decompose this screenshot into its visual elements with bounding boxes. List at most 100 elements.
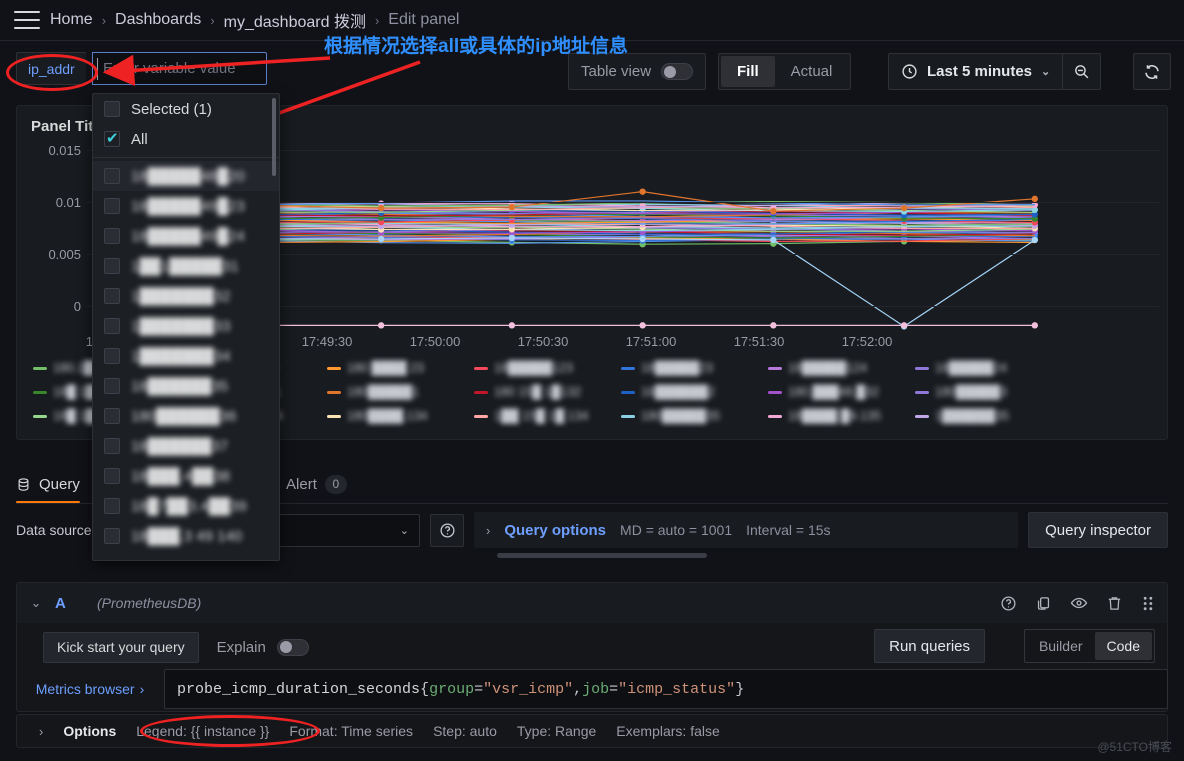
fill-actual-segmented-control[interactable]: Fill Actual [718,53,852,90]
chevron-right-icon[interactable]: › [39,724,43,739]
checkbox[interactable] [104,468,120,484]
dropdown-option[interactable]: 18█████49█24 [93,221,279,251]
copy-icon[interactable] [1035,595,1052,612]
drag-handle-icon[interactable] [1141,595,1155,612]
legend-color-swatch [33,366,47,370]
dropdown-option[interactable]: 18██████35 [93,371,279,401]
checkbox[interactable] [104,101,120,117]
legend-item-label: 180 15█ 1█132 [494,385,582,399]
query-options-bar[interactable]: › Query options MD = auto = 1001 Interva… [474,512,1019,548]
dropdown-option[interactable]: 1███████33 [93,311,279,341]
data-source-help-button[interactable] [430,513,464,547]
checkbox[interactable] [104,228,120,244]
checkbox[interactable] [104,438,120,454]
legend-item[interactable]: 180 15█ 1█132 [474,380,621,404]
checkbox[interactable] [104,288,120,304]
explain-switch[interactable] [276,638,309,656]
legend-item[interactable]: 180█████35 [621,404,768,428]
legend-item-label: 16██████2 [641,385,715,399]
eye-icon[interactable] [1070,594,1088,612]
legend-item[interactable]: 1██████35 [915,404,1062,428]
legend-item-label: 18█████24 [935,361,1008,375]
legend-item[interactable]: 18█████124 [768,356,915,380]
checkbox[interactable] [104,168,120,184]
dropdown-option[interactable]: 1███████32 [93,281,279,311]
explain-toggle-group[interactable]: Explain [217,638,309,656]
code-mode-button[interactable]: Code [1094,632,1152,660]
checkbox[interactable] [104,198,120,214]
checkbox[interactable] [104,498,120,514]
promql-code-editor[interactable]: probe_icmp_duration_seconds{group = "vsr_i… [164,669,1168,709]
builder-mode-button[interactable]: Builder [1027,632,1095,660]
run-queries-button[interactable]: Run queries [874,629,985,663]
metrics-browser-button[interactable]: Metrics browser › [16,669,164,709]
dropdown-option[interactable]: 18█7██3.4██39 [93,491,279,521]
variable-value-input[interactable]: Enter variable value [92,52,267,85]
menu-toggle-icon[interactable] [14,11,40,29]
table-view-toggle-group[interactable]: Table view [568,53,707,90]
legend-item[interactable]: 16██████2 [621,380,768,404]
legend-item-label: 18█████124 [788,361,868,375]
dropdown-option[interactable]: 18██████37 [93,431,279,461]
x-tick-label: 17:51:00 [625,334,677,349]
legend-color-swatch [474,414,488,418]
dropdown-option-label: 18███.3 49 140 [131,527,243,545]
refresh-dashboard-button[interactable] [1133,53,1171,90]
checkbox[interactable] [104,348,120,364]
legend-item[interactable]: 18█████24 [915,356,1062,380]
dropdown-option[interactable]: 1██1█████31 [93,251,279,281]
dropdown-option[interactable]: 18█████48█20 [93,161,279,191]
builder-code-segmented-control[interactable]: Builder Code [1023,629,1155,663]
tab-query[interactable]: Query [16,465,80,503]
checkbox[interactable] [104,528,120,544]
dropdown-option[interactable]: 180██████36 [93,401,279,431]
legend-color-swatch [621,390,635,394]
zoom-out-button[interactable] [1062,54,1100,89]
table-view-switch[interactable] [661,63,694,80]
legend-item[interactable]: 180████.134 [327,404,474,428]
series-point [508,203,516,211]
dropdown-option-selected[interactable]: Selected (1) [93,94,279,124]
dropdown-option-label: 18█████48█20 [131,167,245,185]
breadcrumb-item-home[interactable]: Home [50,11,93,29]
time-range-button[interactable]: Last 5 minutes ⌄ [889,54,1062,89]
legend-horizontal-scrollbar[interactable] [497,553,707,558]
checkbox[interactable] [104,318,120,334]
checkbox[interactable] [104,408,120,424]
breadcrumb-item-dashboards[interactable]: Dashboards [115,11,201,29]
dropdown-option[interactable]: 18███.4██38 [93,461,279,491]
breadcrumb-item-edit-panel: Edit panel [388,11,460,28]
dropdown-scrollbar[interactable] [272,98,276,176]
kick-start-query-button[interactable]: Kick start your query [43,631,199,663]
fill-button[interactable]: Fill [721,56,775,87]
checkbox[interactable] [104,258,120,274]
variable-options-dropdown[interactable]: Selected (1) All 18█████48█20 18█████49█2… [92,93,280,561]
trash-icon[interactable] [1106,595,1123,612]
dropdown-option-all[interactable]: All [93,124,279,154]
dropdown-option[interactable]: 18█████49█23 [93,191,279,221]
legend-item[interactable]: 180.███48.█32 [768,380,915,404]
legend-item[interactable]: 180█████3 [915,380,1062,404]
legend-color-swatch [915,414,929,418]
legend-item[interactable]: 18█████123 [474,356,621,380]
options-toggle[interactable]: Options [63,723,116,739]
query-options-toggle[interactable]: Query options [504,522,606,539]
actual-button[interactable]: Actual [775,56,849,87]
breadcrumb-item-dashboard[interactable]: my_dashboard 拨测 [224,8,366,32]
dropdown-option[interactable]: 1███████34 [93,341,279,371]
dropdown-option[interactable]: 18███.3 49 140 [93,521,279,551]
collapse-query-icon[interactable]: ⌄ [17,595,55,611]
query-ref-id[interactable]: A [55,595,97,612]
legend-item[interactable]: 18████ █9.135 [768,404,915,428]
checkbox[interactable] [104,378,120,394]
legend-item[interactable]: 1██ 15█ 1█ 134 [474,404,621,428]
query-inspector-button[interactable]: Query inspector [1028,512,1168,548]
time-range-label: Last 5 minutes [927,63,1033,80]
help-circle-icon[interactable] [1000,595,1017,612]
legend-item[interactable]: 180 ████ 23 [327,356,474,380]
time-range-picker[interactable]: Last 5 minutes ⌄ [888,53,1102,90]
legend-item[interactable]: 180█████1 [327,380,474,404]
legend-item[interactable]: 18█████23 [621,356,768,380]
x-tick-label: 17:50:30 [517,334,569,349]
checkbox-checked[interactable] [104,129,120,147]
